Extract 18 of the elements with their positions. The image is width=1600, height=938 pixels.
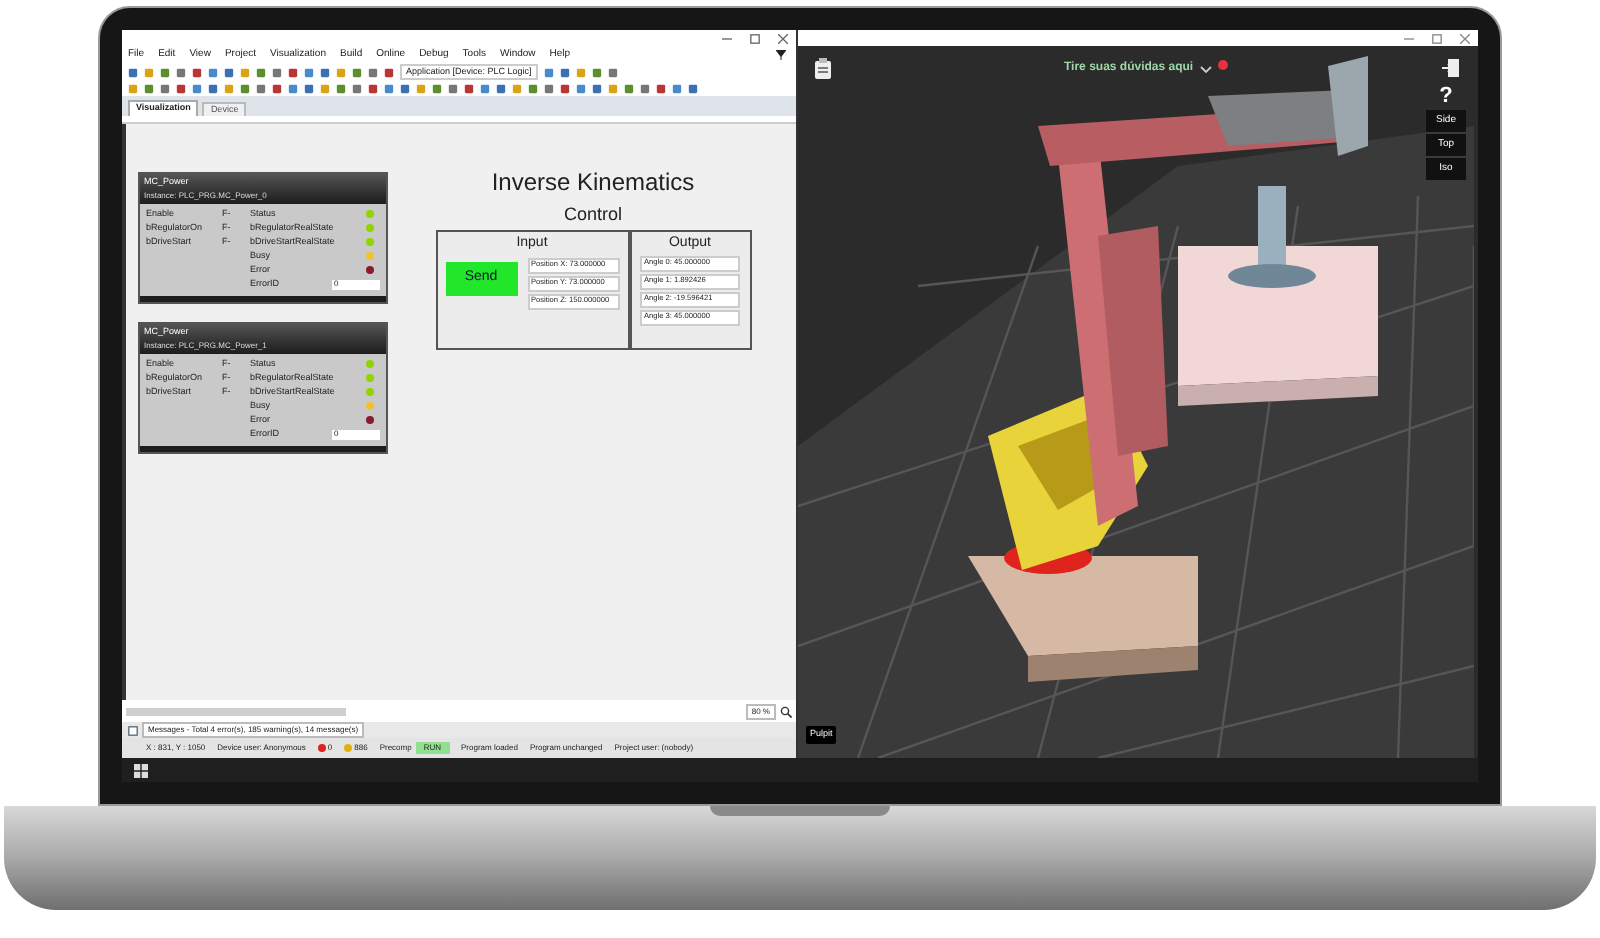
horizontal-scrollbar[interactable] [126, 707, 346, 715]
notification-dot-icon [1217, 59, 1228, 69]
minimize-icon[interactable] [722, 33, 732, 43]
control-heading: Control [563, 206, 622, 224]
messages-icon[interactable] [128, 725, 138, 735]
maximize-icon[interactable] [1432, 33, 1442, 43]
warning-icon [344, 744, 353, 752]
clipboard-icon[interactable] [814, 58, 832, 80]
chevron-down-icon[interactable] [1199, 65, 1212, 73]
zoom-icon[interactable] [780, 705, 792, 717]
windows-logo-icon[interactable] [134, 763, 148, 777]
maximize-icon[interactable] [750, 33, 760, 43]
close-icon[interactable] [778, 33, 788, 43]
help-button[interactable]: ? [1439, 86, 1453, 108]
exit-icon[interactable] [1442, 58, 1460, 78]
close-icon[interactable] [1460, 33, 1470, 43]
visualization-title: Inverse Kinematics [491, 170, 695, 194]
error-icon [317, 744, 326, 752]
